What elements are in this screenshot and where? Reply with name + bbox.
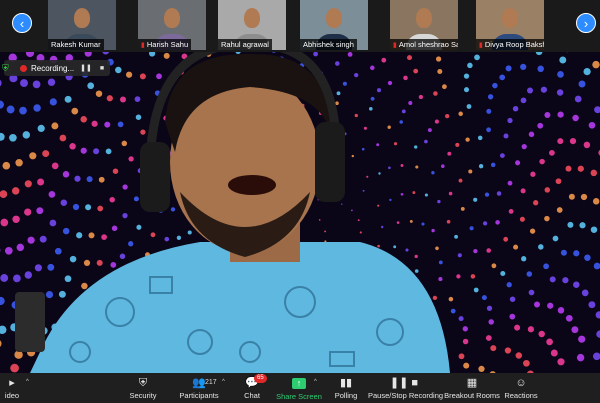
participant-face: [416, 8, 432, 28]
participant-name-text: Abhishek singh: [303, 40, 354, 49]
mic-muted-icon: ▮: [393, 42, 397, 49]
chevron-right-icon[interactable]: ›: [576, 13, 596, 33]
reactions-button[interactable]: ☺ Reactions: [502, 373, 540, 403]
participant-name: ▮Amol sheshrao Sa...: [390, 39, 458, 50]
chat-label: Chat: [244, 391, 260, 400]
share-options-caret[interactable]: ^: [314, 379, 317, 385]
participant-name: Rahul agrawal: [218, 39, 272, 50]
participant-name: ▮ Harish Sahu: [138, 39, 192, 50]
pause-recording-button[interactable]: ❚❚: [78, 64, 94, 72]
chevron-left-icon[interactable]: ‹: [12, 13, 32, 33]
participant-name: Abhishek singh: [300, 39, 357, 50]
participant-name-text: Rakesh Kumar: [51, 40, 101, 49]
participant-tile[interactable]: Abhishek singh: [300, 0, 368, 50]
video-label: ideo: [4, 391, 20, 400]
polling-label: Polling: [334, 391, 358, 400]
participant-name-text: Amol sheshrao Sa...: [398, 40, 458, 49]
share-screen-button[interactable]: ↑ Share Screen: [276, 373, 322, 403]
share-screen-label: Share Screen: [276, 392, 322, 401]
mic-muted-icon: ▮: [479, 42, 483, 49]
breakout-rooms-button[interactable]: ▦ Breakout Rooms: [444, 373, 500, 403]
recording-indicator: ⛨ Recording... ❚❚ ■: [2, 60, 111, 76]
share-screen-icon: ↑: [292, 378, 306, 389]
participant-face: [326, 8, 342, 28]
participant-tile[interactable]: Rakesh Kumar: [48, 0, 116, 50]
recording-label: Recording...: [31, 63, 75, 73]
participant-tile[interactable]: ▮ Harish Sahu: [138, 0, 206, 50]
participants-label: Participants: [179, 391, 219, 400]
mic-muted-icon: ▮: [141, 42, 145, 49]
participant-name-text: Harish Sahu: [146, 40, 189, 49]
participant-tile[interactable]: ▮Amol sheshrao Sa...: [390, 0, 458, 50]
reactions-label: Reactions: [504, 391, 538, 400]
stop-recording-button[interactable]: ■: [98, 65, 106, 72]
participant-face: [164, 8, 180, 28]
recording-dot-icon: [20, 64, 27, 72]
participants-button[interactable]: 👥 Participants: [176, 373, 222, 403]
meeting-toolbar: ▸ ideo ^ ⛨ Security 👥 Participants 217 ^…: [0, 373, 600, 403]
participant-name-text: Divya Roop Bakshi: [484, 40, 544, 49]
participant-face: [74, 8, 90, 28]
speaker-figure: [15, 52, 450, 373]
breakout-rooms-label: Breakout Rooms: [444, 391, 500, 400]
pause-stop-recording-label: Pause/Stop Recording: [368, 391, 444, 400]
video-button[interactable]: ▸ ideo: [0, 373, 24, 403]
smiley-icon: ☺: [515, 377, 527, 389]
bar-chart-icon: ▮▮: [339, 377, 353, 389]
chat-unread-badge: 65: [254, 374, 267, 383]
shield-icon: ⛨: [138, 377, 148, 389]
polling-button[interactable]: ▮▮ Polling: [330, 373, 362, 403]
breakout-grid-icon: ▦: [466, 377, 478, 389]
participant-tile[interactable]: ▮ Divya Roop Bakshi: [476, 0, 544, 50]
video-camera-icon: ▸: [9, 377, 15, 389]
shield-check-icon: ⛨: [2, 62, 9, 73]
pause-stop-recording-button[interactable]: ❚❚ ■ Pause/Stop Recording: [368, 373, 444, 403]
active-speaker-video: ⛨ Recording... ❚❚ ■: [0, 52, 600, 373]
security-button[interactable]: ⛨ Security: [120, 373, 166, 403]
participant-name: ▮ Divya Roop Bakshi: [476, 39, 544, 50]
participants-count: 217: [205, 379, 217, 386]
participant-face: [244, 8, 260, 28]
participant-face: [502, 8, 518, 28]
security-label: Security: [129, 391, 157, 400]
video-options-caret[interactable]: ^: [26, 379, 29, 385]
participant-name-text: Rahul agrawal: [221, 40, 269, 49]
participant-tile[interactable]: Rahul agrawal: [218, 0, 286, 50]
gallery-strip: ‹ Rakesh Kumar ▮ Harish Sahu Rahul agrawal A…: [0, 0, 600, 52]
participants-options-caret[interactable]: ^: [222, 379, 225, 385]
participant-name: Rakesh Kumar: [48, 39, 104, 50]
pause-stop-icon: ❚❚ ■: [389, 377, 419, 389]
